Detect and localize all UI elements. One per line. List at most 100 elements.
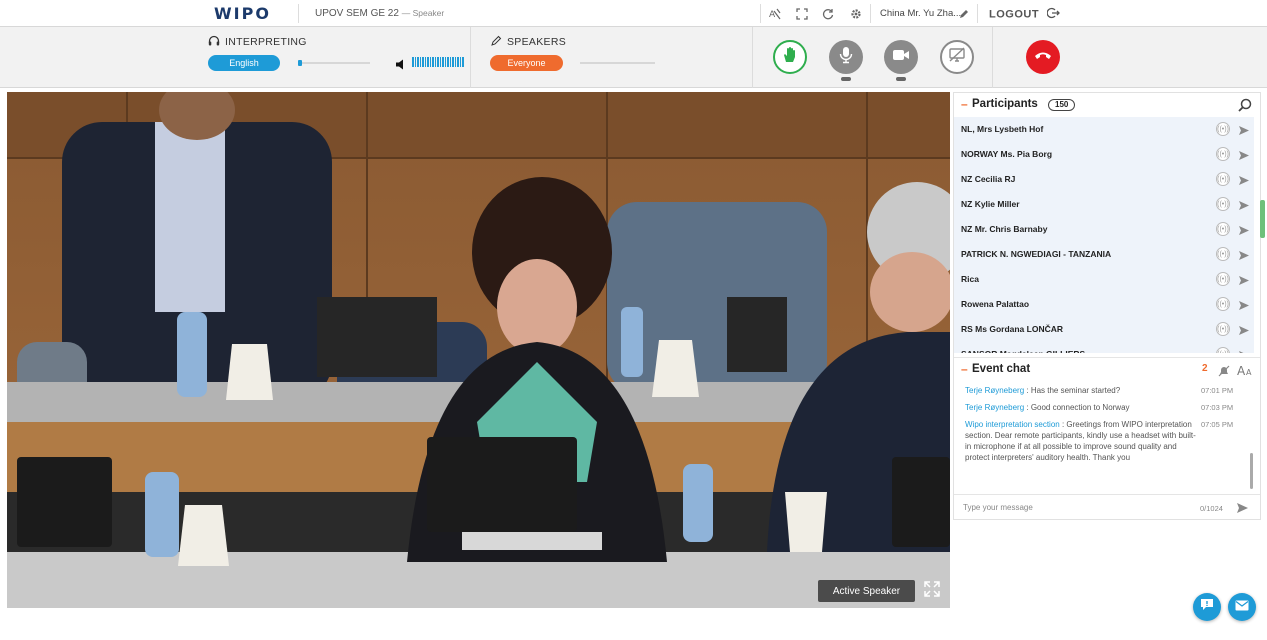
send-direct-message-icon[interactable] <box>1238 298 1250 316</box>
video-stream[interactable] <box>7 92 950 608</box>
send-message-icon[interactable] <box>1236 501 1249 519</box>
chat-message-input[interactable]: Type your message <box>963 503 1033 512</box>
edit-pencil-icon[interactable] <box>954 4 974 24</box>
message-author[interactable]: Terje Røyneberg <box>965 403 1024 412</box>
feedback-button[interactable] <box>1193 593 1221 621</box>
message-time: 07:03 PM <box>1201 403 1234 412</box>
interpretation-channel-icon[interactable]: ((•)) <box>1216 197 1230 211</box>
speakers-select[interactable]: Everyone <box>490 55 563 71</box>
message-time: 07:01 PM <box>1201 386 1234 395</box>
microphone-icon <box>838 46 854 69</box>
send-direct-message-icon[interactable] <box>1238 198 1250 216</box>
fullscreen-icon[interactable] <box>792 4 812 24</box>
interpretation-channel-icon[interactable]: ((•)) <box>1216 247 1230 261</box>
hang-up-phone-icon <box>1033 48 1053 66</box>
microphone-button[interactable] <box>829 40 863 74</box>
expand-video-button[interactable] <box>921 580 943 601</box>
speakers-slider[interactable] <box>580 62 655 64</box>
participant-count-badge: 150 <box>1048 99 1076 111</box>
send-direct-message-icon[interactable] <box>1238 273 1250 291</box>
participant-row[interactable]: NZ Cecilia RJ ((•)) <box>954 167 1254 192</box>
participant-row[interactable]: SANSOR Magdaleen GILLIERS ((•)) <box>954 342 1254 353</box>
interpretation-channel-icon[interactable]: ((•)) <box>1216 222 1230 236</box>
send-direct-message-icon[interactable] <box>1238 223 1250 241</box>
event-chat-header[interactable]: – Event chat 2 AA <box>954 357 1260 381</box>
interpretation-channel-icon[interactable]: ((•)) <box>1216 297 1230 311</box>
interpretation-channel-icon[interactable]: ((•)) <box>1216 347 1230 353</box>
send-direct-message-icon[interactable] <box>1238 123 1250 141</box>
page-scrollbar[interactable] <box>1260 200 1265 238</box>
font-size-icon[interactable]: AA <box>1237 363 1253 379</box>
video-camera-icon <box>892 48 910 67</box>
chat-input-area[interactable]: Type your message 0/1024 <box>954 494 1260 519</box>
divider <box>298 4 299 23</box>
unread-count-badge: 2 <box>1202 363 1208 374</box>
mail-button[interactable] <box>1228 593 1256 621</box>
screen-share-button[interactable] <box>940 40 974 74</box>
participant-name: PATRICK N. NGWEDIAGI - TANZANIA <box>961 249 1112 259</box>
leave-call-button[interactable] <box>1026 40 1060 74</box>
participants-title: Participants <box>972 98 1038 110</box>
divider <box>760 4 761 23</box>
message-text: Good connection to Norway <box>1030 403 1130 412</box>
search-icon[interactable] <box>1238 98 1252 117</box>
settings-gear-icon[interactable] <box>846 4 866 24</box>
participant-row[interactable]: NORWAY Ms. Pia Borg ((•)) <box>954 142 1254 167</box>
message-separator: : <box>1024 403 1031 412</box>
chat-message: Terje Røyneberg : Has the seminar starte… <box>954 385 1260 396</box>
microphone-options-toggle[interactable] <box>841 77 851 81</box>
slider-handle[interactable] <box>298 60 302 66</box>
participant-name: Rowena Palattao <box>961 299 1030 309</box>
interpreting-label: INTERPRETING <box>208 35 307 49</box>
send-direct-message-icon[interactable] <box>1238 348 1250 353</box>
interpretation-channel-icon[interactable]: ((•)) <box>1216 322 1230 336</box>
message-author[interactable]: Terje Røyneberg <box>965 386 1024 395</box>
mute-notifications-icon[interactable] <box>1218 364 1230 382</box>
chat-title: Event chat <box>972 363 1031 375</box>
participant-row[interactable]: Rica ((•)) <box>954 267 1254 292</box>
send-direct-message-icon[interactable] <box>1238 323 1250 341</box>
participants-header[interactable]: – Participants 150 <box>954 93 1260 117</box>
participant-row[interactable]: NZ Kylie Miller ((•)) <box>954 192 1254 217</box>
participant-row[interactable]: RS Ms Gordana LONČAR ((•)) <box>954 317 1254 342</box>
divider <box>752 27 753 88</box>
speakers-label: SPEAKERS <box>491 35 566 49</box>
logout-button[interactable]: LOGOUT <box>989 7 1060 22</box>
collapse-participants-icon[interactable]: – <box>961 97 968 111</box>
chat-scrollbar[interactable] <box>1250 453 1253 489</box>
interpretation-channel-icon[interactable]: ((•)) <box>1216 172 1230 186</box>
speaker-volume-icon[interactable] <box>395 57 407 75</box>
send-direct-message-icon[interactable] <box>1238 248 1250 266</box>
raise-hand-button[interactable] <box>773 40 807 74</box>
participant-row[interactable]: NL, Mrs Lysbeth Hof ((•)) <box>954 117 1254 142</box>
camera-button[interactable] <box>884 40 918 74</box>
headphones-icon <box>208 35 220 49</box>
chat-messages[interactable]: Terje Røyneberg : Has the seminar starte… <box>954 385 1260 493</box>
control-bar: INTERPRETING English SPEAKERS Everyone <box>0 27 1267 88</box>
participant-row[interactable]: NZ Mr. Chris Barnaby ((•)) <box>954 217 1254 242</box>
message-author[interactable]: Wipo interpretation section <box>965 420 1060 429</box>
hand-icon <box>780 45 800 70</box>
language-select[interactable]: English <box>208 55 280 71</box>
participant-row[interactable]: Rowena Palattao ((•)) <box>954 292 1254 317</box>
participants-list[interactable]: NL, Mrs Lysbeth Hof ((•)) NORWAY Ms. Pia B… <box>954 117 1254 353</box>
interpretation-channel-icon[interactable]: ((•)) <box>1216 122 1230 136</box>
volume-level[interactable] <box>412 57 464 67</box>
interpretation-channel-icon[interactable]: ((•)) <box>1216 147 1230 161</box>
logout-label: LOGOUT <box>989 8 1040 21</box>
participant-name: RS Ms Gordana LONČAR <box>961 324 1064 334</box>
refresh-icon[interactable] <box>818 4 838 24</box>
send-direct-message-icon[interactable] <box>1238 148 1250 166</box>
send-direct-message-icon[interactable] <box>1238 173 1250 191</box>
chat-message: Terje Røyneberg : Good connection to Nor… <box>954 402 1260 413</box>
interpreting-balance-slider[interactable] <box>298 62 370 64</box>
participant-row[interactable]: PATRICK N. NGWEDIAGI - TANZANIA ((•)) <box>954 242 1254 267</box>
camera-options-toggle[interactable] <box>896 77 906 81</box>
interpretation-channel-icon[interactable]: ((•)) <box>1216 272 1230 286</box>
pen-icon <box>491 35 502 49</box>
divider <box>470 27 471 88</box>
collapse-chat-icon[interactable]: – <box>961 362 968 376</box>
translate-icon[interactable]: A <box>765 4 785 24</box>
video-frame <box>7 92 950 608</box>
top-bar: WIPO UPOV SEM GE 22 — Speaker A China Mr… <box>0 0 1267 27</box>
